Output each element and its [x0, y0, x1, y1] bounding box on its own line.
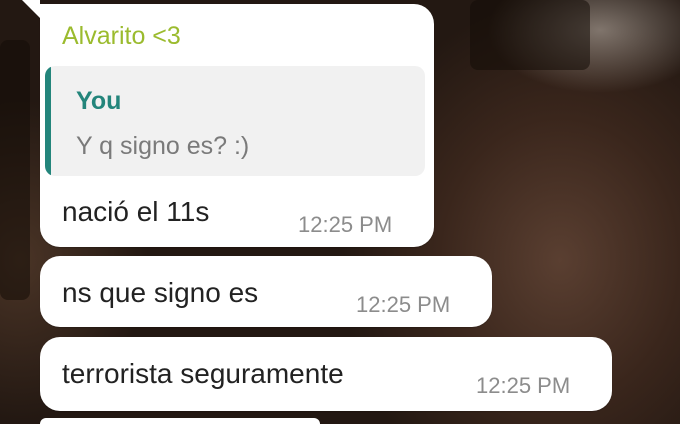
bubble-tail [22, 0, 40, 18]
message-text: nació el 11s [62, 196, 210, 227]
quoted-message[interactable]: You Y q signo es? :) [45, 66, 425, 176]
message-timestamp: 12:25 PM [298, 212, 393, 237]
wallpaper-shadow-detail [470, 0, 590, 70]
wallpaper-shadow-detail [0, 40, 30, 300]
quote-accent-bar [45, 66, 51, 176]
quoted-text: Y q signo es? :) [76, 132, 250, 160]
message-timestamp: 12:25 PM [356, 292, 451, 317]
message-timestamp: 12:25 PM [476, 373, 571, 398]
quoted-author: You [76, 87, 122, 115]
message-text: terrorista seguramente [62, 358, 344, 389]
sender-name: Alvarito <3 [62, 22, 181, 50]
message-bubble-partial[interactable] [40, 418, 320, 424]
message-text: ns que signo es [62, 277, 259, 308]
